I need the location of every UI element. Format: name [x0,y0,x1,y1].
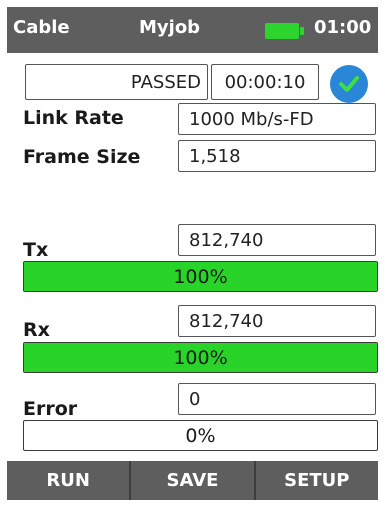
tx-count-value: 812,740 [189,229,264,251]
battery-icon [265,23,304,39]
tx-percent: 100% [173,265,228,288]
rx-count-field: 812,740 [178,305,376,337]
elapsed-time-text: 00:00:10 [224,71,306,93]
error-progress-bar: 0% [23,420,378,451]
link-rate-field: 1000 Mb/s-FD [178,103,376,135]
rx-percent: 100% [173,346,228,369]
tx-progress-bar: 100% [23,261,378,292]
tx-count-field: 812,740 [178,224,376,256]
link-rate-value: 1000 Mb/s-FD [189,108,314,130]
frame-size-value: 1,518 [189,145,241,167]
frame-size-field: 1,518 [178,140,376,172]
run-button[interactable]: RUN [7,461,129,500]
elapsed-time-field: 00:00:10 [211,64,319,100]
frame-size-label: Frame Size [23,146,141,168]
rx-count-value: 812,740 [189,310,264,332]
device-screen: Cable Myjob 01:00 PASSED 00:00:10 Link R… [7,7,378,500]
setup-button[interactable]: SETUP [253,461,378,500]
test-status-text: PASSED [130,71,201,93]
clock: 01:00 [314,17,372,38]
error-count-field: 0 [178,383,376,415]
save-button[interactable]: SAVE [129,461,253,500]
cable-label: Cable [13,17,70,38]
check-circle-icon [330,65,368,103]
softkey-bar: RUN SAVE SETUP [7,461,378,500]
error-count-value: 0 [189,388,201,410]
test-status-field: PASSED [25,64,208,100]
status-bar: Cable Myjob 01:00 [7,7,378,53]
rx-label: Rx [23,319,50,341]
tx-label: Tx [23,239,49,261]
rx-progress-bar: 100% [23,342,378,373]
link-rate-label: Link Rate [23,107,124,129]
error-label: Error [23,398,78,420]
job-name: Myjob [139,17,201,38]
error-percent: 0% [185,424,216,447]
